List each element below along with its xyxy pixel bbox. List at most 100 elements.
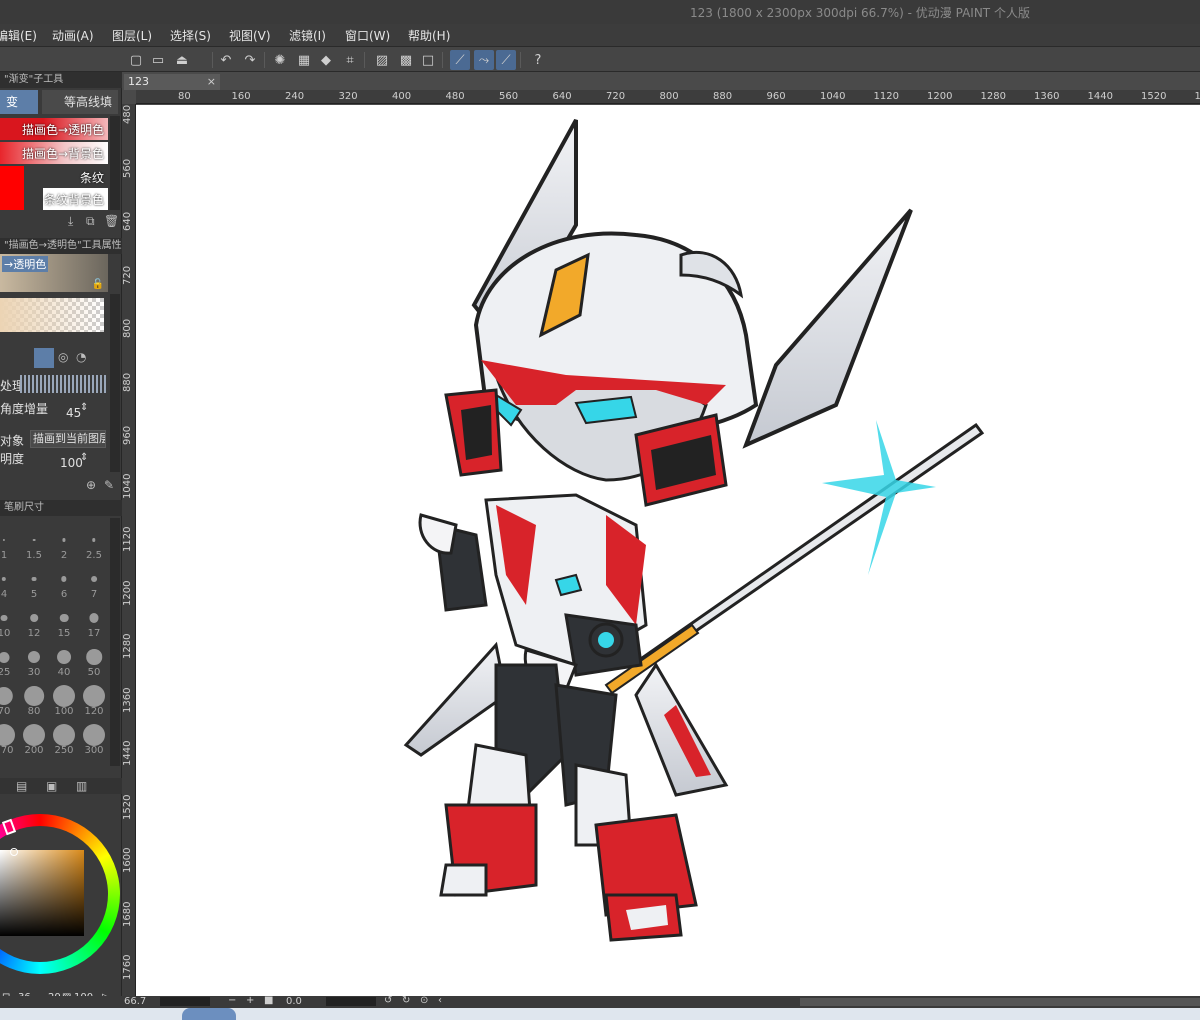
menu-help[interactable]: 帮助(H) (408, 27, 450, 44)
ruler-tick-label: 1360 (122, 687, 133, 713)
brush-size-option[interactable]: 10 (0, 600, 18, 639)
menu-edit[interactable]: 编辑(E) (0, 27, 37, 44)
brush-size-option[interactable]: 200 (20, 717, 48, 756)
brush-size-option[interactable]: 40 (50, 639, 78, 678)
brush-size-option[interactable]: 17 (80, 600, 108, 639)
stepper-icon[interactable]: ⇕ (80, 452, 88, 463)
shape-linear-icon[interactable] (34, 348, 54, 368)
brush-size-dot (27, 650, 41, 664)
brush-size-option[interactable]: 170 (0, 717, 18, 756)
brush-size-option[interactable]: 100 (50, 678, 78, 717)
brush-size-dot (92, 538, 96, 542)
undo-icon[interactable]: ↶ (216, 50, 236, 70)
menu-select[interactable]: 选择(S) (170, 27, 211, 44)
gradient-item-stripe[interactable]: 条纹 (0, 166, 108, 188)
redo-icon[interactable]: ↷ (240, 50, 260, 70)
zoom-value[interactable]: 66.7 (124, 996, 146, 1007)
brush-size-label: 17 (87, 628, 101, 639)
shape-radial-icon[interactable]: ◎ (58, 350, 68, 364)
brush-size-option[interactable]: 4 (0, 561, 18, 600)
brush-size-option[interactable]: 30 (20, 639, 48, 678)
brush-size-option[interactable]: 120 (80, 678, 108, 717)
target-dropdown[interactable]: 描画到当前图层 (30, 430, 106, 448)
fit-icon[interactable]: ■ (264, 995, 273, 1006)
help-icon[interactable]: ? (528, 50, 548, 70)
brush-size-option[interactable]: 50 (80, 639, 108, 678)
settings-icon[interactable]: ⊕ (86, 478, 96, 492)
snap-ruler-icon[interactable]: ⟋ (450, 50, 470, 70)
brush-size-option[interactable]: 80 (20, 678, 48, 717)
brush-size-option[interactable]: 1.5 (20, 522, 48, 561)
invert-selection-icon[interactable]: ▩ (396, 50, 416, 70)
gradient-bar[interactable] (0, 298, 104, 332)
transform-icon[interactable]: ⌗ (340, 50, 360, 70)
wrench-icon[interactable]: ✎ (104, 478, 114, 492)
selection-border-icon[interactable]: □ (418, 50, 438, 70)
gradient-preset-preview[interactable]: →透明色 🔓 (0, 254, 108, 292)
rotation-value[interactable]: 0.0 (286, 996, 302, 1007)
document-tab[interactable]: 123 × (124, 74, 220, 90)
saturation-value-square[interactable] (0, 850, 84, 936)
menu-filter[interactable]: 滤镜(I) (289, 27, 326, 44)
color-picker-cursor[interactable] (10, 848, 18, 856)
zoom-slider[interactable] (160, 997, 210, 1006)
open-file-icon[interactable]: ▭ (148, 50, 168, 70)
shape-ellipse-icon[interactable]: ◔ (76, 350, 86, 364)
ruler-tick-label: 1200 (927, 91, 953, 102)
horizontal-scrollbar[interactable] (800, 998, 1200, 1006)
flip-icon[interactable]: ‹ (438, 995, 442, 1006)
brush-size-label: 1 (0, 550, 8, 561)
menu-layer[interactable]: 图层(L) (112, 27, 152, 44)
reset-rotation-icon[interactable]: ⊙ (420, 995, 428, 1006)
zoom-out-icon[interactable]: − (228, 995, 236, 1006)
clear-icon[interactable]: ▦ (294, 50, 314, 70)
brush-size-option[interactable]: 300 (80, 717, 108, 756)
gradient-item-fg-transparent[interactable]: 描画色→透明色 (0, 118, 108, 140)
brush-size-option[interactable]: 12 (20, 600, 48, 639)
brush-size-option[interactable]: 70 (0, 678, 18, 717)
fill-icon[interactable]: ◆ (316, 50, 336, 70)
tab-contour-fill[interactable]: 等高线填 (42, 90, 118, 114)
stepper-icon[interactable]: ⇕ (80, 402, 88, 413)
gradient-item-stripe-bg[interactable]: 条纹背景色 (0, 188, 108, 210)
edge-process-selector[interactable] (20, 375, 106, 393)
gradient-item-fg-bg[interactable]: 描画色→背景色 (0, 142, 108, 164)
zoom-in-icon[interactable]: + (246, 995, 254, 1006)
color-slider-tab-icon[interactable]: ▥ (76, 779, 87, 793)
drawing-canvas[interactable] (136, 105, 1200, 996)
color-wheel-tab-icon[interactable]: ▤ (16, 779, 27, 793)
subtool-scrollbar[interactable] (110, 116, 120, 210)
menu-window[interactable]: 窗口(W) (345, 27, 390, 44)
brush-size-option[interactable]: 7 (80, 561, 108, 600)
save-icon[interactable]: ⏏ (172, 50, 192, 70)
menu-animation[interactable]: 动画(A) (52, 27, 94, 44)
snap-special-ruler-icon[interactable]: ⤳ (474, 50, 494, 70)
brush-size-option[interactable]: 2.5 (80, 522, 108, 561)
close-icon[interactable]: × (207, 74, 216, 90)
tab-gradient[interactable]: 变 (0, 90, 38, 114)
brush-size-option[interactable]: 250 (50, 717, 78, 756)
loading-icon[interactable]: ✺ (270, 50, 290, 70)
duplicate-icon[interactable]: ⧉ (86, 214, 95, 229)
rotate-right-icon[interactable]: ↻ (402, 995, 410, 1006)
color-set-tab-icon[interactable]: ▣ (46, 779, 57, 793)
brush-size-option[interactable]: 6 (50, 561, 78, 600)
brush-size-scrollbar[interactable] (110, 518, 120, 766)
export-icon[interactable]: ⤓ (68, 214, 73, 229)
rotation-slider[interactable] (326, 997, 376, 1006)
brush-size-option[interactable]: 2 (50, 522, 78, 561)
new-file-icon[interactable]: ▢ (126, 50, 146, 70)
brush-size-label: 12 (27, 628, 41, 639)
brush-size-option[interactable]: 15 (50, 600, 78, 639)
deselect-icon[interactable]: ▨ (372, 50, 392, 70)
brush-size-option[interactable]: 25 (0, 639, 18, 678)
snap-grid-icon[interactable]: ⟋ (496, 50, 516, 70)
start-button[interactable] (182, 1008, 236, 1020)
trash-icon[interactable]: 🗑 (104, 214, 119, 228)
brush-size-label: 70 (0, 706, 11, 717)
rotate-left-icon[interactable]: ↺ (384, 995, 392, 1006)
ruler-tick-label: 80 (178, 91, 191, 102)
menu-view[interactable]: 视图(V) (229, 27, 271, 44)
brush-size-option[interactable]: 1 (0, 522, 18, 561)
brush-size-option[interactable]: 5 (20, 561, 48, 600)
